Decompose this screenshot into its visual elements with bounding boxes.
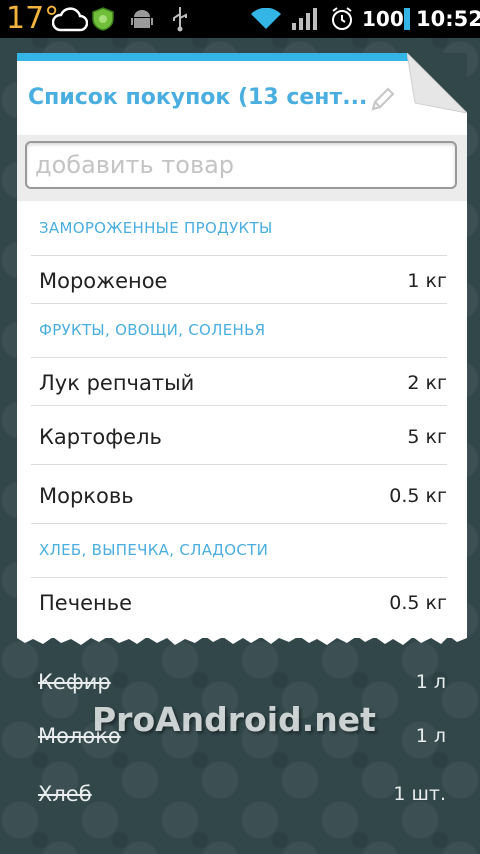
section-header-fruits: ФРУКТЫ, ОВОЩИ, СОЛЕНЬЯ bbox=[39, 321, 266, 339]
completed-item-qty: 1 л bbox=[415, 725, 446, 747]
android-debug-icon bbox=[131, 10, 153, 28]
divider bbox=[31, 303, 447, 304]
list-item-qty: 1 кг bbox=[407, 270, 447, 292]
clock-text: 10:52 bbox=[416, 7, 480, 31]
signal-icon bbox=[292, 8, 317, 30]
section-header-frozen: ЗАМОРОЖЕННЫЕ ПРОДУКТЫ bbox=[39, 219, 273, 237]
list-title[interactable]: Список покупок (13 сент... bbox=[28, 85, 367, 110]
list-item-name[interactable]: Печенье bbox=[39, 591, 132, 615]
weather-cloud-icon bbox=[52, 7, 88, 32]
divider bbox=[31, 405, 447, 406]
list-item-qty: 5 кг bbox=[407, 426, 447, 448]
divider bbox=[31, 357, 447, 358]
divider bbox=[31, 577, 447, 578]
list-item-qty: 0.5 кг bbox=[389, 592, 447, 614]
divider bbox=[31, 464, 447, 465]
section-header-bakery: ХЛЕБ, ВЫПЕЧКА, СЛАДОСТИ bbox=[39, 541, 269, 559]
shopping-list-paper: Список покупок (13 сент... ЗАМОРОЖЕННЫЕ … bbox=[17, 53, 467, 638]
add-item-bar bbox=[17, 135, 467, 201]
status-bar: 17° 100 10:52 bbox=[0, 0, 480, 38]
wifi-icon bbox=[251, 8, 281, 29]
list-item-name[interactable]: Мороженое bbox=[39, 269, 167, 293]
list-item-qty: 0.5 кг bbox=[389, 485, 447, 507]
battery-icon bbox=[404, 8, 410, 30]
divider bbox=[31, 255, 447, 256]
list-item-name[interactable]: Лук репчатый bbox=[39, 371, 194, 395]
list-item-name[interactable]: Морковь bbox=[39, 484, 134, 508]
torn-edge bbox=[17, 624, 467, 645]
list-item-qty: 2 кг bbox=[407, 372, 447, 394]
accent-bar bbox=[17, 53, 467, 61]
divider bbox=[31, 523, 447, 524]
completed-item-name[interactable]: Кефир bbox=[38, 670, 111, 694]
pencil-icon[interactable] bbox=[369, 85, 397, 113]
title-row: Список покупок (13 сент... bbox=[17, 61, 467, 135]
completed-item-qty: 1 л bbox=[415, 671, 446, 693]
add-item-input[interactable] bbox=[25, 141, 457, 189]
watermark-text: ProAndroid.net bbox=[92, 700, 376, 739]
alarm-icon bbox=[332, 7, 352, 30]
list-item-name[interactable]: Картофель bbox=[39, 425, 162, 449]
completed-item-name[interactable]: Хлеб bbox=[38, 782, 92, 806]
completed-item-qty: 1 шт. bbox=[393, 783, 446, 805]
page-curl-icon bbox=[407, 53, 467, 113]
battery-level-text: 100 bbox=[362, 7, 404, 31]
shield-icon bbox=[92, 7, 114, 31]
usb-icon bbox=[173, 7, 187, 32]
